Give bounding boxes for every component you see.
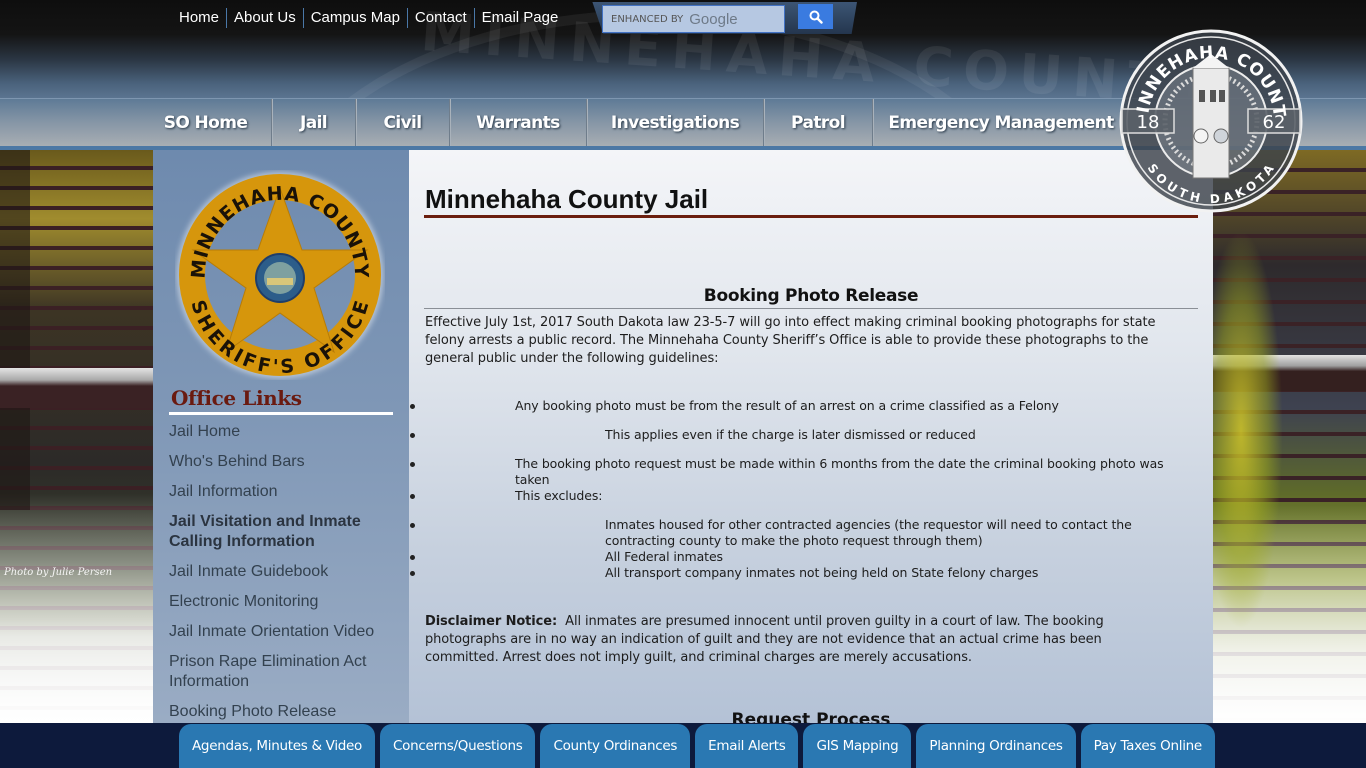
sidebar-link-jail-information[interactable]: Jail Information	[169, 482, 399, 512]
utility-nav: Home About Us Campus Map Contact Email P…	[172, 8, 565, 28]
sidebar-link-orientation-video[interactable]: Jail Inmate Orientation Video	[169, 622, 399, 652]
nav-emergency-management[interactable]: Emergency Management	[873, 99, 1129, 147]
office-links-divider	[169, 412, 393, 415]
nav-warrants[interactable]: Warrants	[450, 99, 587, 147]
nav-jail[interactable]: Jail	[272, 99, 356, 147]
county-seal-logo[interactable]: 18 62 MINNEHAHA COUNTY SOUTH DAKOTA	[1109, 13, 1304, 214]
section-heading-booking-photo: Booking Photo Release	[424, 286, 1198, 309]
footer-quick-links-bar: Agendas, Minutes & Video Concerns/Questi…	[0, 723, 1366, 768]
background-photo-left: Photo by Julie Persen	[0, 150, 153, 723]
nav-so-home[interactable]: SO Home	[140, 99, 272, 147]
photo-tree-trunk	[0, 150, 30, 510]
sidebar-link-whos-behind-bars[interactable]: Who's Behind Bars	[169, 452, 399, 482]
footer-btn-county-ordinances[interactable]: County Ordinances	[540, 724, 691, 768]
search-button[interactable]	[798, 4, 833, 29]
nav-civil[interactable]: Civil	[356, 99, 450, 147]
footer-btn-concerns[interactable]: Concerns/Questions	[380, 724, 536, 768]
nav-investigations[interactable]: Investigations	[587, 99, 764, 147]
guideline-subitem: This applies even if the charge is later…	[410, 427, 1197, 443]
top-link-campus-map[interactable]: Campus Map	[302, 8, 407, 28]
photo-bridge-deck	[0, 368, 153, 408]
office-links-heading: Office Links	[171, 386, 302, 410]
sidebar-link-prea-information[interactable]: Prison Rape Elimination Act Information	[169, 652, 399, 702]
title-divider	[424, 215, 1198, 218]
main-content: Minnehaha County Jail Booking Photo Rele…	[409, 150, 1213, 723]
county-seal-icon: 18 62 MINNEHAHA COUNTY SOUTH DAKOTA	[1109, 13, 1303, 213]
page-title: Minnehaha County Jail	[425, 184, 709, 214]
guideline-item: Any booking photo must be from the resul…	[410, 398, 1197, 414]
search-placeholder-prefix: ENHANCED BY	[611, 13, 684, 25]
guideline-item: The booking photo request must be made w…	[410, 456, 1197, 488]
office-links-list: Jail Home Who's Behind Bars Jail Informa…	[169, 422, 399, 732]
footer-btn-gis-mapping[interactable]: GIS Mapping	[803, 724, 912, 768]
search-input[interactable]: ENHANCED BY Google	[602, 5, 785, 33]
photo-leaves	[1213, 230, 1283, 630]
top-link-home[interactable]: Home	[172, 8, 226, 28]
disclaimer-label: Disclaimer Notice:	[425, 614, 558, 629]
guidelines-list: Any booking photo must be from the resul…	[410, 398, 1197, 581]
top-link-contact[interactable]: Contact	[406, 8, 474, 28]
footer-btn-planning-ordinances[interactable]: Planning Ordinances	[916, 724, 1076, 768]
top-link-email-page[interactable]: Email Page	[473, 8, 566, 28]
nav-patrol[interactable]: Patrol	[764, 99, 873, 147]
sidebar-link-electronic-monitoring[interactable]: Electronic Monitoring	[169, 592, 399, 622]
sidebar-link-jail-visitation[interactable]: Jail Visitation and Inmate Calling Infor…	[169, 512, 399, 562]
intro-paragraph: Effective July 1st, 2017 South Dakota la…	[425, 315, 1156, 366]
sidebar: MINNEHAHA COUNTY SHERIFF'S OFFICE Office…	[153, 150, 409, 723]
sheriff-star-badge-icon: MINNEHAHA COUNTY SHERIFF'S OFFICE	[177, 172, 383, 378]
exclusion-item: All Federal inmates	[410, 549, 1197, 565]
sidebar-link-jail-home[interactable]: Jail Home	[169, 422, 399, 452]
section-heading-request-process: Request Process	[731, 710, 891, 723]
footer-btn-agendas[interactable]: Agendas, Minutes & Video	[179, 724, 376, 768]
exclusion-item: Inmates housed for other contracted agen…	[410, 517, 1197, 549]
footer-btn-pay-taxes[interactable]: Pay Taxes Online	[1080, 724, 1215, 768]
top-link-about-us[interactable]: About Us	[226, 8, 303, 28]
sheriff-badge-logo: MINNEHAHA COUNTY SHERIFF'S OFFICE	[175, 170, 385, 380]
search-placeholder-brand: Google	[689, 10, 738, 28]
footer-btn-email-alerts[interactable]: Email Alerts	[695, 724, 799, 768]
sidebar-link-inmate-guidebook[interactable]: Jail Inmate Guidebook	[169, 562, 399, 592]
photo-credit: Photo by Julie Persen	[4, 567, 113, 578]
disclaimer-notice: Disclaimer Notice: All inmates are presu…	[425, 613, 1165, 667]
search-icon	[809, 10, 823, 24]
guideline-item: This excludes:	[410, 488, 1197, 504]
svg-text:18: 18	[1137, 112, 1160, 133]
background-photo-right	[1213, 150, 1366, 723]
exclusion-item: All transport company inmates not being …	[410, 565, 1197, 581]
